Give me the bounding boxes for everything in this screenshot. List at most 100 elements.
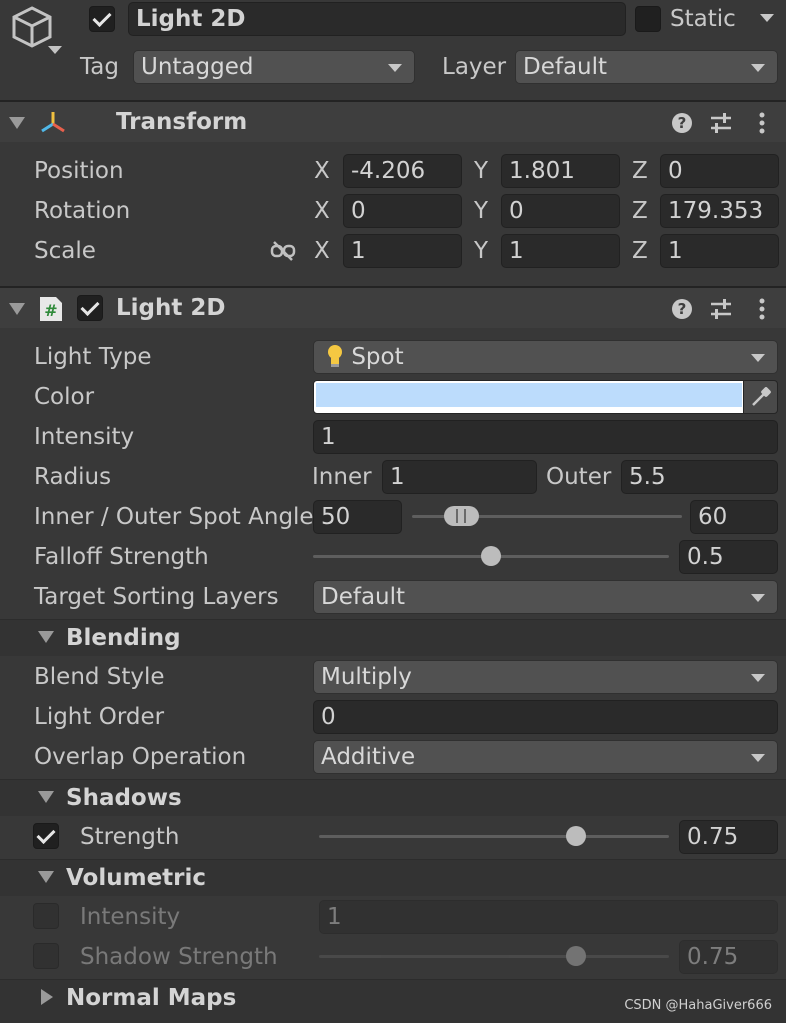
static-label: Static — [670, 6, 736, 32]
volumetric-intensity-label: Intensity — [80, 904, 181, 930]
overlap-dropdown[interactable]: Additive — [313, 740, 778, 774]
sorting-layers-dropdown[interactable]: Default — [313, 580, 778, 614]
radius-outer-label: Outer — [546, 464, 612, 490]
normal-maps-title: Normal Maps — [66, 985, 237, 1011]
light-type-value: Spot — [351, 344, 404, 370]
rotation-x-field[interactable]: 0 — [343, 194, 462, 228]
svg-text:?: ? — [678, 300, 687, 318]
watermark: CSDN @HahaGiver666 — [624, 998, 772, 1013]
axis-y-label[interactable]: Y — [474, 154, 488, 188]
cube-icon — [12, 6, 62, 54]
volumetric-foldout[interactable]: Volumetric — [0, 859, 786, 896]
light2d-header[interactable]: # Light 2D ? — [0, 286, 786, 328]
volumetric-shadow-slider-track[interactable] — [319, 955, 669, 958]
axis-z-label[interactable]: Z — [632, 234, 648, 268]
static-checkbox[interactable] — [635, 6, 661, 32]
help-icon[interactable]: ? — [670, 111, 694, 135]
shadow-strength-label: Strength — [80, 824, 180, 850]
radius-outer-field[interactable]: 5.5 — [621, 460, 778, 494]
axis-x-label[interactable]: X — [314, 154, 330, 188]
collapse-arrow-icon[interactable] — [38, 871, 54, 883]
volumetric-shadow-field[interactable]: 0.75 — [679, 940, 778, 974]
static-dropdown-arrow[interactable] — [760, 14, 774, 22]
shadows-foldout[interactable]: Shadows — [0, 779, 786, 816]
collapse-arrow-icon[interactable] — [9, 303, 25, 315]
falloff-field[interactable]: 0.5 — [679, 540, 778, 574]
svg-text:?: ? — [678, 114, 687, 132]
unlink-icon[interactable] — [270, 240, 296, 262]
presets-icon[interactable] — [709, 111, 733, 135]
shadow-strength-field[interactable]: 0.75 — [679, 820, 778, 854]
volumetric-shadow-slider-knob[interactable] — [566, 946, 586, 966]
shadows-title: Shadows — [66, 785, 182, 811]
intensity-field[interactable]: 1 — [313, 420, 778, 454]
blending-foldout[interactable]: Blending — [0, 619, 786, 656]
blending-title: Blending — [66, 625, 181, 651]
axis-y-label[interactable]: Y — [474, 234, 488, 268]
blend-style-dropdown[interactable]: Multiply — [313, 660, 778, 694]
volumetric-shadow-checkbox[interactable] — [33, 943, 59, 969]
volumetric-shadow-label: Shadow Strength — [80, 944, 278, 970]
shadow-strength-slider-knob[interactable] — [566, 826, 586, 846]
collapse-arrow-icon[interactable] — [38, 791, 54, 803]
more-icon[interactable] — [752, 297, 772, 321]
scale-z-field[interactable]: 1 — [660, 234, 779, 268]
light2d-enabled-checkbox[interactable] — [77, 295, 103, 321]
axis-y-label[interactable]: Y — [474, 194, 488, 228]
light-order-field[interactable]: 0 — [313, 700, 778, 734]
collapse-arrow-icon[interactable] — [38, 631, 54, 643]
scale-y-field[interactable]: 1 — [501, 234, 620, 268]
expand-arrow-icon[interactable] — [41, 989, 53, 1005]
eyedropper-button[interactable] — [743, 380, 778, 414]
radius-inner-field[interactable]: 1 — [382, 460, 537, 494]
object-name-field[interactable]: Light 2D — [128, 2, 626, 36]
position-label: Position — [34, 158, 124, 184]
position-x-field[interactable]: -4.206 — [343, 154, 462, 188]
collapse-arrow-icon[interactable] — [9, 117, 25, 129]
tag-dropdown[interactable]: Untagged — [133, 50, 415, 84]
transform-axes-icon — [41, 112, 65, 133]
rotation-z-field[interactable]: 179.353 — [660, 194, 779, 228]
radius-label: Radius — [34, 464, 112, 490]
light-type-dropdown[interactable]: Spot — [313, 340, 778, 374]
spot-angle-inner-field[interactable]: 50 — [313, 500, 402, 534]
layer-dropdown[interactable]: Default — [515, 50, 778, 84]
blend-style-label: Blend Style — [34, 664, 165, 690]
presets-icon[interactable] — [709, 297, 733, 321]
position-z-field[interactable]: 0 — [660, 154, 779, 188]
falloff-slider-knob[interactable] — [481, 546, 501, 566]
spot-angle-outer-field[interactable]: 60 — [690, 500, 778, 534]
more-icon[interactable] — [752, 111, 772, 135]
volumetric-intensity-field[interactable]: 1 — [319, 900, 778, 934]
bulb-icon — [328, 345, 342, 367]
axis-z-label[interactable]: Z — [632, 194, 648, 228]
spot-angle-range-handle[interactable] — [444, 506, 479, 526]
light-order-label: Light Order — [34, 704, 165, 730]
color-swatch[interactable] — [313, 380, 745, 414]
color-swatch-fill — [316, 383, 742, 407]
shadow-strength-slider-track[interactable] — [319, 835, 669, 838]
script-icon: # — [40, 297, 62, 321]
rotation-label: Rotation — [34, 198, 131, 224]
axis-z-label[interactable]: Z — [632, 154, 648, 188]
light2d-title: Light 2D — [116, 295, 226, 321]
shadow-strength-checkbox[interactable] — [33, 823, 59, 849]
tag-label: Tag — [80, 54, 119, 80]
position-y-field[interactable]: 1.801 — [501, 154, 620, 188]
object-active-checkbox[interactable] — [89, 6, 115, 32]
transform-header[interactable]: Transform ? — [0, 100, 786, 142]
intensity-label: Intensity — [34, 424, 135, 450]
falloff-label: Falloff Strength — [34, 544, 209, 570]
axis-x-label[interactable]: X — [314, 234, 330, 268]
sorting-layers-label: Target Sorting Layers — [34, 584, 279, 610]
color-label: Color — [34, 384, 95, 410]
rotation-y-field[interactable]: 0 — [501, 194, 620, 228]
transform-title: Transform — [116, 109, 248, 135]
axis-x-label[interactable]: X — [314, 194, 330, 228]
scale-x-field[interactable]: 1 — [343, 234, 462, 268]
eyedropper-icon — [752, 387, 771, 406]
layer-label: Layer — [442, 54, 507, 80]
handle-grip — [464, 509, 466, 523]
volumetric-intensity-checkbox[interactable] — [33, 903, 59, 929]
help-icon[interactable]: ? — [670, 297, 694, 321]
